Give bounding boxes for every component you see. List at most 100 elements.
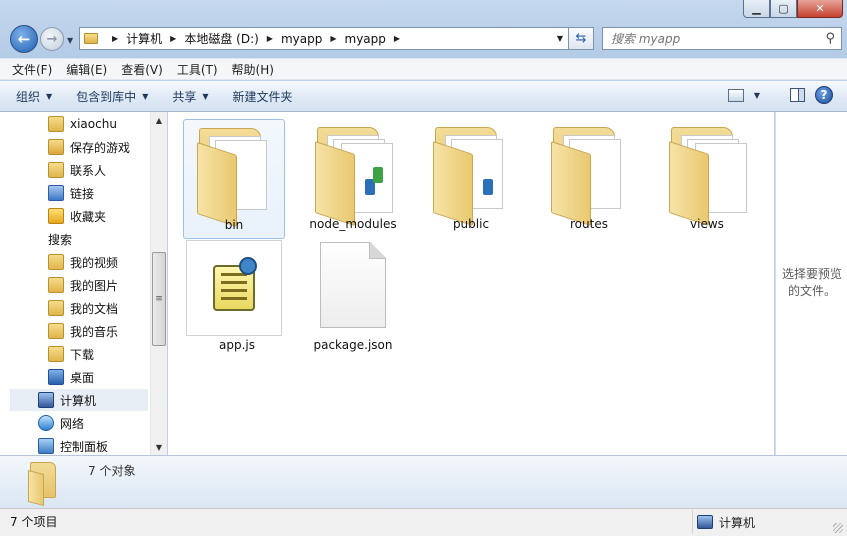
computer-icon (697, 515, 713, 529)
include-in-library-button[interactable]: 包含到库中 ▼ (76, 88, 148, 105)
generic-file-icon (320, 242, 386, 328)
file-name: bin (224, 218, 244, 232)
breadcrumb-myapp-parent[interactable]: myapp (281, 32, 322, 46)
scrollbar-thumb[interactable]: ≡ (152, 252, 166, 346)
menu-tools[interactable]: 工具(T) (177, 61, 218, 78)
videos-icon (48, 254, 64, 270)
nav-item-label: 我的文档 (70, 301, 119, 316)
forward-arrow-icon: → (46, 31, 58, 47)
nav-item-favorites[interactable]: 收藏夹 (48, 205, 106, 227)
caption-buttons: ▁ ▢ ✕ (743, 0, 843, 18)
refresh-button[interactable]: ⇆ (569, 27, 594, 50)
scroll-down-icon[interactable]: ▼ (151, 439, 167, 455)
preview-pane-icon[interactable] (790, 88, 805, 102)
file-name: node_modules (309, 217, 397, 231)
file-item-views[interactable]: views (656, 119, 758, 239)
close-icon[interactable]: ✕ (797, 0, 843, 18)
back-arrow-icon: ← (17, 30, 31, 48)
status-bar: 7 个项目 计算机 (0, 508, 847, 536)
nav-item-documents[interactable]: 我的文档 (48, 297, 118, 319)
status-location-label: 计算机 (719, 515, 756, 530)
navigation-pane: xiaochu 保存的游戏 联系人 链接 收藏夹 搜索 我的视频 我的图片 我的… (0, 112, 167, 455)
nav-item-saved-games[interactable]: 保存的游戏 (48, 136, 130, 158)
breadcrumb-separator-icon[interactable]: ▶ (112, 34, 118, 43)
nav-item-downloads[interactable]: 下载 (48, 343, 94, 365)
nav-item-videos[interactable]: 我的视频 (48, 251, 118, 273)
nav-pane-scrollbar[interactable]: ▲ ≡ ▼ (150, 112, 167, 455)
nav-item-music[interactable]: 我的音乐 (48, 320, 118, 342)
change-view-icon[interactable] (727, 88, 744, 102)
organize-button[interactable]: 组织 ▼ (16, 88, 52, 105)
view-options-dropdown[interactable]: ▼ (754, 91, 760, 100)
new-folder-label: 新建文件夹 (232, 89, 293, 104)
recent-pages-dropdown[interactable]: ▼ (67, 36, 73, 45)
file-name: public (452, 217, 490, 231)
menu-help[interactable]: 帮助(H) (232, 61, 274, 78)
back-button[interactable]: ← (10, 25, 38, 53)
search-input[interactable] (611, 31, 811, 46)
share-button[interactable]: 共享 ▼ (172, 88, 208, 105)
preview-message-line1: 选择要预览 (781, 267, 842, 281)
breadcrumb-myapp-current[interactable]: myapp (345, 32, 386, 46)
breadcrumb-drive[interactable]: 本地磁盘 (D:) (184, 30, 258, 47)
address-bar[interactable]: ▶ 计算机 ▶ 本地磁盘 (D:) ▶ myapp ▶ myapp ▶ ▼ (79, 27, 569, 50)
nav-item-control-panel[interactable]: 控制面板 (38, 435, 108, 455)
file-item-public[interactable]: public (420, 119, 522, 239)
breadcrumb-separator-icon[interactable]: ▶ (394, 34, 400, 43)
search-box[interactable]: ⚲ (602, 27, 842, 50)
address-history-dropdown[interactable]: ▼ (552, 34, 568, 43)
nav-item-contacts[interactable]: 联系人 (48, 159, 106, 181)
nav-item-label: 我的视频 (70, 255, 119, 270)
breadcrumb-separator-icon[interactable]: ▶ (170, 34, 176, 43)
user-folder-icon (48, 116, 64, 132)
folder-icon (84, 33, 98, 44)
favorites-icon (48, 208, 64, 224)
minimize-icon[interactable]: ▁ (743, 0, 770, 18)
network-icon (38, 415, 54, 431)
nav-item-searches[interactable]: 搜索 (48, 228, 72, 250)
script-file-icon (186, 240, 282, 336)
folder-icon (195, 128, 273, 227)
file-item-app-js[interactable]: app.js (186, 240, 288, 360)
forward-button[interactable]: → (40, 27, 64, 51)
nav-item-pictures[interactable]: 我的图片 (48, 274, 118, 296)
menu-bar: 文件(F) 编辑(E) 查看(V) 工具(T) 帮助(H) (0, 58, 847, 80)
organize-label: 组织 (16, 89, 41, 104)
contacts-icon (48, 162, 64, 178)
breadcrumb-separator-icon[interactable]: ▶ (267, 34, 273, 43)
pictures-icon (48, 277, 64, 293)
share-label: 共享 (172, 89, 197, 104)
nav-item-label: 收藏夹 (70, 209, 107, 224)
nav-item-computer[interactable]: 计算机 (10, 389, 148, 411)
status-location: 计算机 (692, 510, 842, 534)
scroll-up-icon[interactable]: ▲ (151, 112, 167, 128)
breadcrumb-computer[interactable]: 计算机 (126, 30, 162, 47)
nav-item-label: 计算机 (60, 393, 97, 408)
control-panel-icon (38, 438, 54, 454)
menu-view[interactable]: 查看(V) (121, 61, 163, 78)
file-item-routes[interactable]: routes (538, 119, 640, 239)
nav-item-desktop[interactable]: 桌面 (48, 366, 94, 388)
music-icon (48, 323, 64, 339)
nav-item-label: 搜索 (48, 232, 73, 247)
chevron-down-icon: ▼ (142, 91, 149, 101)
nav-item-xiaochu[interactable]: xiaochu (48, 113, 117, 135)
new-folder-button[interactable]: 新建文件夹 (233, 88, 293, 105)
file-item-node-modules[interactable]: node_modules (302, 119, 404, 239)
menu-edit[interactable]: 编辑(E) (66, 61, 107, 78)
folder-icon (313, 127, 393, 226)
search-icon[interactable]: ⚲ (825, 31, 835, 46)
resize-grip-icon[interactable] (833, 523, 843, 533)
details-pane: 7 个对象 (0, 455, 847, 508)
nav-item-label: 网络 (60, 416, 85, 431)
view-controls: ▼ ? (727, 86, 833, 104)
file-item-bin[interactable]: bin (183, 119, 285, 239)
menu-file[interactable]: 文件(F) (12, 61, 52, 78)
maximize-icon[interactable]: ▢ (770, 0, 797, 18)
file-name: app.js (219, 338, 255, 352)
file-item-package-json[interactable]: package.json (302, 240, 404, 360)
help-icon[interactable]: ? (815, 86, 833, 104)
breadcrumb-separator-icon[interactable]: ▶ (330, 34, 336, 43)
nav-item-links[interactable]: 链接 (48, 182, 94, 204)
nav-item-network[interactable]: 网络 (38, 412, 84, 434)
